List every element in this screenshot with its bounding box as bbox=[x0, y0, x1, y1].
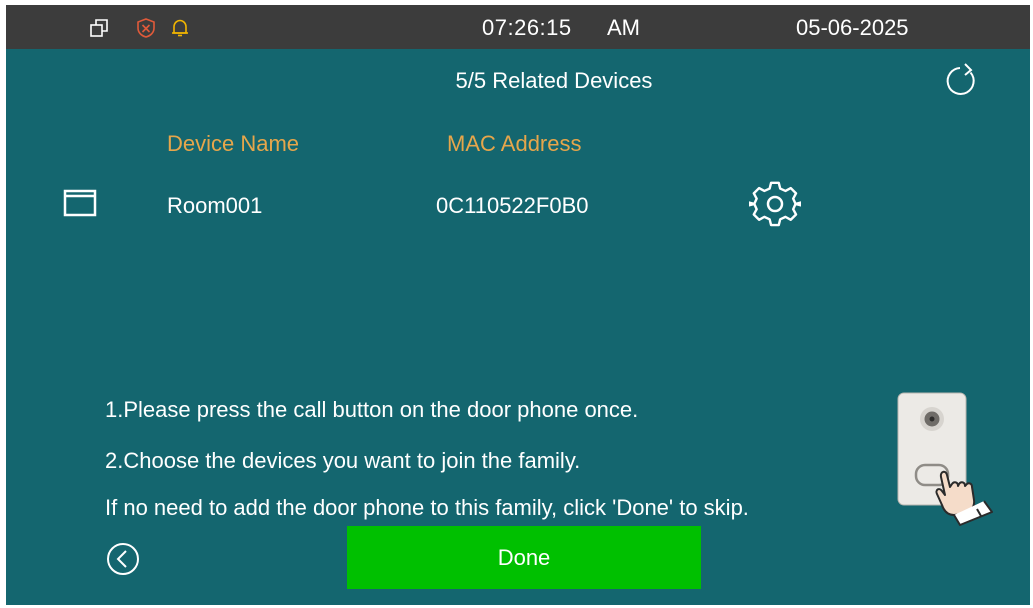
status-bar: 07:26:15 AM 05-06-2025 bbox=[6, 5, 1030, 49]
column-header-mac-address: MAC Address bbox=[447, 131, 582, 156]
instruction-step-2: 2.Choose the devices you want to join th… bbox=[105, 448, 581, 473]
screen: 07:26:15 AM 05-06-2025 5/5 Related Devic… bbox=[6, 5, 1030, 605]
gear-icon[interactable] bbox=[749, 178, 801, 230]
windows-icon bbox=[90, 19, 108, 37]
device-name-cell: Room001 bbox=[167, 193, 263, 218]
done-button-label: Done bbox=[497, 544, 551, 570]
shield-icon bbox=[137, 18, 155, 38]
done-button[interactable]: Done bbox=[347, 526, 701, 589]
status-time: 07:26:15 bbox=[482, 15, 572, 40]
bell-icon bbox=[172, 19, 188, 37]
instruction-step-1: 1.Please press the call button on the do… bbox=[105, 397, 639, 422]
device-row[interactable]: Room001 0C110522F0B0 bbox=[6, 175, 1030, 235]
page-title: 5/5 Related Devices bbox=[455, 68, 653, 93]
window-icon bbox=[63, 189, 97, 217]
status-date: 05-06-2025 bbox=[796, 15, 909, 40]
doorphone-illustration bbox=[897, 392, 993, 526]
mac-address-cell: 0C110522F0B0 bbox=[436, 193, 589, 218]
instruction-skip-note: If no need to add the door phone to this… bbox=[105, 495, 749, 520]
column-header-device-name: Device Name bbox=[167, 131, 300, 156]
refresh-icon[interactable] bbox=[940, 61, 980, 101]
back-icon[interactable] bbox=[105, 541, 141, 577]
status-ampm: AM bbox=[607, 15, 640, 40]
